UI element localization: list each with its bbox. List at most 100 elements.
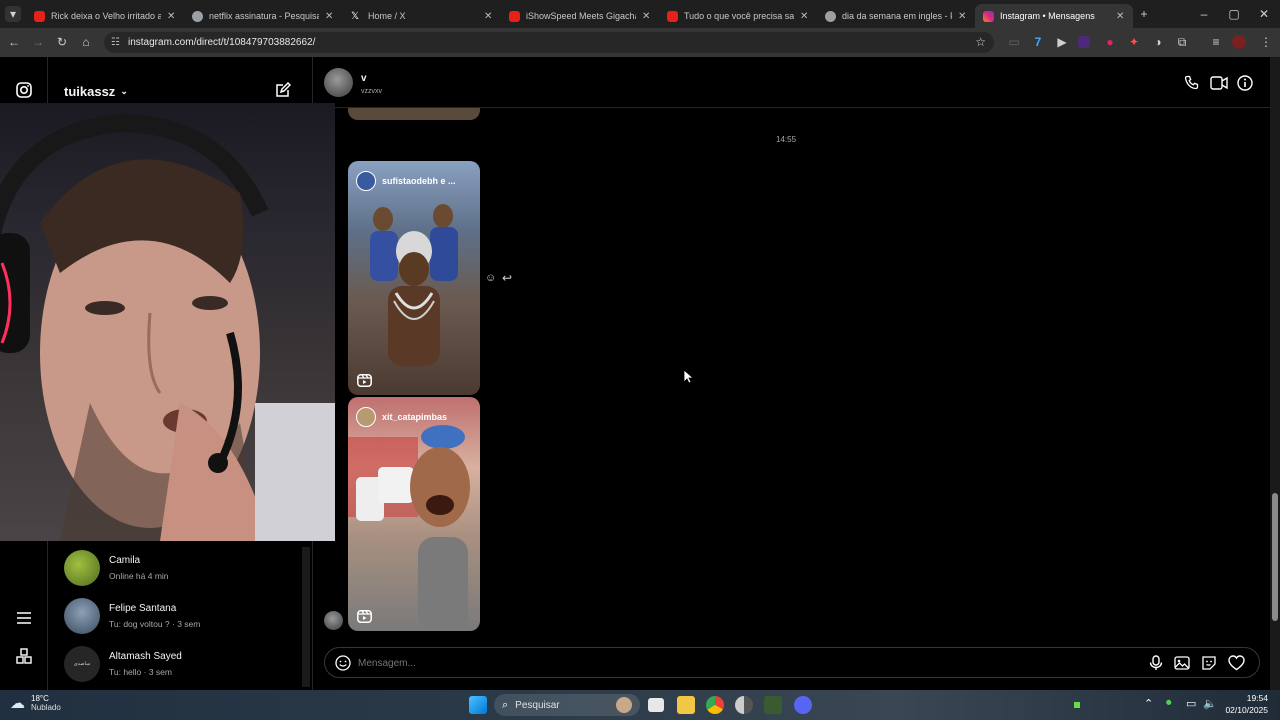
- close-icon[interactable]: ✕: [484, 11, 492, 22]
- tab-4[interactable]: Tudo o que você precisa saber ✕: [659, 4, 815, 28]
- shared-reel[interactable]: xit_catapimbas: [348, 397, 480, 631]
- tab-1[interactable]: netflix assinatura - Pesquisa Go ✕: [184, 4, 340, 28]
- tab-6[interactable]: Instagram • Mensagens ✕: [975, 4, 1133, 28]
- reel-author-name: xit_catapimbas: [382, 412, 448, 422]
- reload-icon[interactable]: ↻: [54, 34, 70, 50]
- message-preview: Tu: dog voltou ? · 3 sem: [109, 619, 201, 629]
- reel-author[interactable]: xit_catapimbas: [356, 407, 447, 427]
- discord-icon[interactable]: [794, 696, 812, 714]
- microphone-icon[interactable]: [1149, 655, 1163, 671]
- phone-call-icon[interactable]: [1184, 75, 1200, 91]
- close-icon[interactable]: ✕: [642, 11, 650, 22]
- url-text: instagram.com/direct/t/108479703882662/: [128, 37, 316, 48]
- list-item[interactable]: ساصدی Altamash Sayed Tu: hello · 3 sem: [64, 646, 182, 682]
- minimize-icon[interactable]: –: [1196, 6, 1212, 22]
- avatar: [356, 407, 376, 427]
- close-icon[interactable]: ✕: [1116, 11, 1124, 22]
- sender-avatar[interactable]: [324, 611, 343, 630]
- avatar: ساصدی: [64, 646, 100, 682]
- message-input[interactable]: [358, 655, 1118, 671]
- home-icon[interactable]: ⌂: [78, 34, 94, 50]
- site-info-icon[interactable]: ☷: [111, 32, 120, 53]
- close-icon[interactable]: ✕: [167, 11, 175, 22]
- close-icon[interactable]: ✕: [325, 11, 333, 22]
- list-item[interactable]: Camila Online há 4 min: [64, 550, 169, 586]
- tray-app-icon[interactable]: [1074, 702, 1080, 708]
- tab-title: Tudo o que você precisa saber: [684, 11, 794, 21]
- back-icon[interactable]: ←: [6, 34, 22, 50]
- media-control-icon[interactable]: ≡: [1208, 34, 1224, 50]
- list-scrollbar[interactable]: [302, 547, 310, 687]
- close-icon[interactable]: ✕: [958, 11, 966, 22]
- heart-like-icon[interactable]: [1228, 655, 1245, 671]
- menu-icon[interactable]: ⋮: [1258, 34, 1274, 50]
- new-message-icon[interactable]: [275, 82, 291, 98]
- tab-title: Home / X: [368, 11, 406, 21]
- info-icon[interactable]: [1237, 75, 1253, 91]
- app-icon[interactable]: [764, 696, 782, 714]
- extension-icon[interactable]: ●: [1102, 34, 1118, 50]
- bookmark-star-icon[interactable]: ☆: [975, 32, 986, 53]
- contact-name[interactable]: v: [361, 73, 367, 84]
- sticker-icon[interactable]: [1201, 655, 1217, 671]
- file-explorer-icon[interactable]: [677, 696, 695, 714]
- tab-search-icon[interactable]: ▾: [5, 6, 21, 22]
- youtube-icon: [34, 10, 45, 22]
- new-tab-icon[interactable]: +: [1136, 6, 1152, 22]
- extension-icon[interactable]: ▶: [1054, 34, 1070, 50]
- tab-5[interactable]: dia da semana em ingles - Pes ✕: [817, 4, 973, 28]
- video-call-icon[interactable]: [1210, 75, 1228, 91]
- extension-icon[interactable]: ▭: [1006, 34, 1022, 50]
- reply-icon[interactable]: ↩: [502, 271, 512, 285]
- network-icon[interactable]: ▭: [1186, 697, 1196, 710]
- browser-toolbar: ← → ↻ ⌂ ☷ instagram.com/direct/t/1084797…: [0, 28, 1280, 57]
- contact-avatar[interactable]: [324, 68, 353, 97]
- avatar: [64, 550, 100, 586]
- microphone-tray-icon[interactable]: ⏺: [1166, 697, 1172, 710]
- emoji-icon[interactable]: [335, 655, 351, 671]
- username-label: tuikassz: [64, 84, 116, 99]
- extension-icon[interactable]: ◑: [1150, 34, 1166, 50]
- search-label: Pesquisar: [515, 699, 560, 711]
- instagram-logo-icon[interactable]: [16, 82, 32, 98]
- profile-avatar[interactable]: [1232, 35, 1246, 49]
- gallery-icon[interactable]: [1174, 655, 1190, 671]
- tray-overflow-icon[interactable]: ⌃: [1144, 697, 1153, 710]
- address-bar[interactable]: ☷ instagram.com/direct/t/108479703882662…: [104, 32, 994, 53]
- clock-time: 19:54: [1246, 693, 1268, 703]
- task-view-icon[interactable]: [648, 698, 664, 712]
- page-scrollbar[interactable]: [1270, 57, 1280, 690]
- forward-icon[interactable]: →: [30, 34, 46, 50]
- weather-widget[interactable]: ☁ 18°C Nublado: [10, 694, 61, 712]
- list-item[interactable]: Felipe Santana Tu: dog voltou ? · 3 sem: [64, 598, 200, 634]
- react-emoji-icon[interactable]: ☺: [485, 272, 496, 284]
- tab-3[interactable]: iShowSpeed Meets Gigachad fr ✕: [501, 4, 657, 28]
- chrome-icon[interactable]: [706, 696, 724, 714]
- extension-icon[interactable]: ✦: [1126, 34, 1142, 50]
- taskbar-search[interactable]: ⌕ Pesquisar: [494, 694, 640, 716]
- also-from-meta-icon[interactable]: [16, 648, 32, 664]
- google-icon: [825, 10, 836, 22]
- volume-icon[interactable]: 🔈: [1203, 697, 1217, 710]
- close-icon[interactable]: ✕: [800, 11, 808, 22]
- clock[interactable]: 19:54 02/10/2025: [1222, 693, 1268, 715]
- start-icon[interactable]: [469, 696, 487, 714]
- message-composer[interactable]: [324, 647, 1260, 678]
- contact-handle: vzzvxv: [361, 88, 382, 95]
- tab-0[interactable]: Rick deixa o Velho irritado após ✕: [26, 4, 182, 28]
- reel-author[interactable]: sufistaodebh e ...: [356, 171, 456, 191]
- chrome-canary-icon[interactable]: [735, 696, 753, 714]
- extension-icon[interactable]: 7: [1030, 34, 1046, 50]
- more-menu-icon[interactable]: [16, 611, 32, 625]
- extensions-puzzle-icon[interactable]: ⧉: [1174, 34, 1190, 50]
- window-close-icon[interactable]: ✕: [1256, 6, 1272, 22]
- account-switcher[interactable]: tuikassz ⌄: [64, 84, 128, 99]
- shared-reel[interactable]: sufistaodebh e ...: [348, 161, 480, 395]
- extension-icon[interactable]: [1078, 36, 1090, 48]
- weather-desc: Nublado: [31, 703, 61, 712]
- tab-2[interactable]: 𝕏 Home / X ✕: [343, 4, 499, 28]
- tab-title: iShowSpeed Meets Gigachad fr: [526, 11, 636, 21]
- previous-reel-bottom[interactable]: [348, 108, 480, 120]
- maximize-icon[interactable]: ▢: [1226, 6, 1242, 22]
- scrollbar-thumb[interactable]: [1272, 493, 1278, 621]
